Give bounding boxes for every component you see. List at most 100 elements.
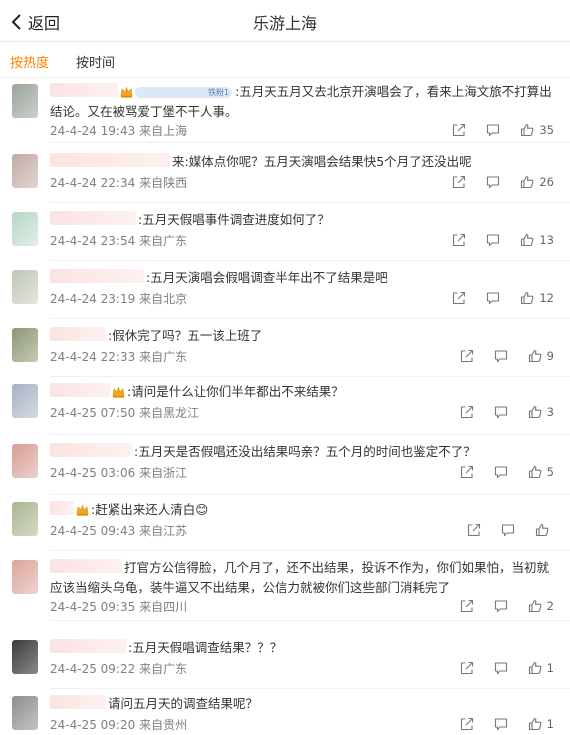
reply-button[interactable] [486,291,500,305]
comment-text: 铁粉1:五月天五月又去北京开演唱会了，看来上海文旅不打算出结论。又在被骂爱丁堡不… [50,82,556,122]
comment-icon [494,350,507,363]
comment-time: 24-4-25 09:43 [50,524,136,538]
comment-item: :假休完了吗？五一该上班了 24-4-24 22:33 来自广东 9 [0,322,570,377]
share-icon [460,349,473,363]
page-title: 乐游上海 [252,14,317,33]
like-button[interactable]: 5 [528,465,554,479]
top-bar: 返回 乐游上海 [0,0,570,42]
reply-button[interactable] [494,717,508,731]
tab-by-hot[interactable]: 按热度 [10,52,49,71]
comment-text: :请问是什么让你们半年都出不来结果？ [50,382,556,402]
avatar[interactable] [12,270,38,304]
tab-by-time[interactable]: 按时间 [76,52,115,71]
reply-button[interactable] [494,349,508,363]
comment-item: :五月天演唱会假唱调查半年出不了结果是吧 24-4-24 23:19 来自北京 12 [0,264,570,319]
like-count: 1 [546,661,554,675]
avatar[interactable] [12,84,38,118]
comment-time: 24-4-25 03:06 [50,466,136,480]
sort-tabs: 按热度 按时间 [0,42,570,78]
share-button[interactable] [460,599,474,613]
comment-actions: 12 [432,291,554,305]
share-button[interactable] [460,465,474,479]
avatar[interactable] [12,640,38,674]
fan-crown-icon [76,504,89,516]
back-button[interactable]: 返回 [10,10,60,34]
share-button[interactable] [467,523,481,537]
share-icon [460,717,473,731]
comment-actions: 5 [440,465,554,479]
comment-time: 24-4-25 07:50 [50,406,136,420]
comment-location: 来自广东 [139,234,188,248]
comment-actions: 1 [440,717,554,731]
like-count: 12 [539,291,554,305]
share-button[interactable] [460,661,474,675]
share-button[interactable] [460,405,474,419]
avatar[interactable] [12,502,38,536]
thumbs-up-icon [528,661,542,675]
reply-button[interactable] [494,465,508,479]
avatar[interactable] [12,444,38,478]
like-count: 2 [546,599,554,613]
divider [50,550,570,551]
comment-text: 请问五月天的调查结果呢？ [50,694,556,714]
comment-item: :赶紧出来还人清白😊 24-4-25 09:43 来自江苏 [0,496,570,551]
comment-location: 来自四川 [139,600,188,614]
comment-body: :赶紧出来还人清白😊 [91,502,209,517]
comment-body: :请问是什么让你们半年都出不来结果？ [127,384,344,399]
reply-button[interactable] [486,123,500,137]
like-button[interactable]: 35 [520,123,554,137]
like-button[interactable]: 12 [520,291,554,305]
like-count: 13 [539,233,554,247]
divider [50,620,570,621]
comment-item: 请问五月天的调查结果呢？ 24-4-25 09:20 来自贵州 1 [0,690,570,735]
reply-button[interactable] [494,405,508,419]
like-count: 35 [539,123,554,137]
comment-meta: 24-4-24 19:43 来自上海 [50,122,187,139]
comment-icon [494,406,507,419]
avatar[interactable] [12,212,38,246]
like-button[interactable] [535,523,554,537]
comment-body: 打官方公信得脸，几个月了，还不出结果，投诉不作为，你们如果怕，当初就应该当缩头乌… [50,560,550,595]
comment-body: :五月天假唱调查结果？？？ [128,640,283,655]
reply-button[interactable] [494,599,508,613]
like-button[interactable]: 1 [528,661,554,675]
reply-button[interactable] [494,661,508,675]
like-count: 26 [539,175,554,189]
share-button[interactable] [452,233,466,247]
share-button[interactable] [460,717,474,731]
reply-button[interactable] [501,523,515,537]
like-button[interactable]: 26 [520,175,554,189]
share-button[interactable] [452,175,466,189]
share-icon [467,523,481,537]
avatar[interactable] [12,696,38,730]
share-button[interactable] [452,291,466,305]
reply-button[interactable] [486,233,500,247]
reply-button[interactable] [486,175,500,189]
comment-text: :五月天演唱会假唱调查半年出不了结果是吧 [50,268,556,288]
divider [50,202,570,203]
avatar[interactable] [12,384,38,418]
avatar[interactable] [12,154,38,188]
comment-location: 来自广东 [139,662,188,676]
comment-time: 24-4-24 23:54 [50,234,136,248]
comment-time: 24-4-24 22:34 [50,176,136,190]
like-button[interactable]: 1 [528,717,554,731]
like-button[interactable]: 2 [528,599,554,613]
back-label: 返回 [28,14,61,33]
comment-meta: 24-4-25 09:35 来自四川 [50,598,187,615]
share-icon [453,233,466,247]
like-button[interactable]: 13 [520,233,554,247]
share-button[interactable] [452,123,466,137]
like-button[interactable]: 9 [528,349,554,363]
comment-time: 24-4-25 09:20 [50,718,136,732]
comment-icon [494,662,507,675]
share-button[interactable] [460,349,474,363]
thumbs-up-icon [528,599,542,613]
fan-crown-icon [112,386,125,398]
thumbs-up-icon [528,717,542,731]
avatar[interactable] [12,328,38,362]
thumbs-up-icon [521,123,534,137]
avatar[interactable] [12,560,38,594]
comment-actions [447,523,554,537]
like-button[interactable]: 3 [528,405,554,419]
